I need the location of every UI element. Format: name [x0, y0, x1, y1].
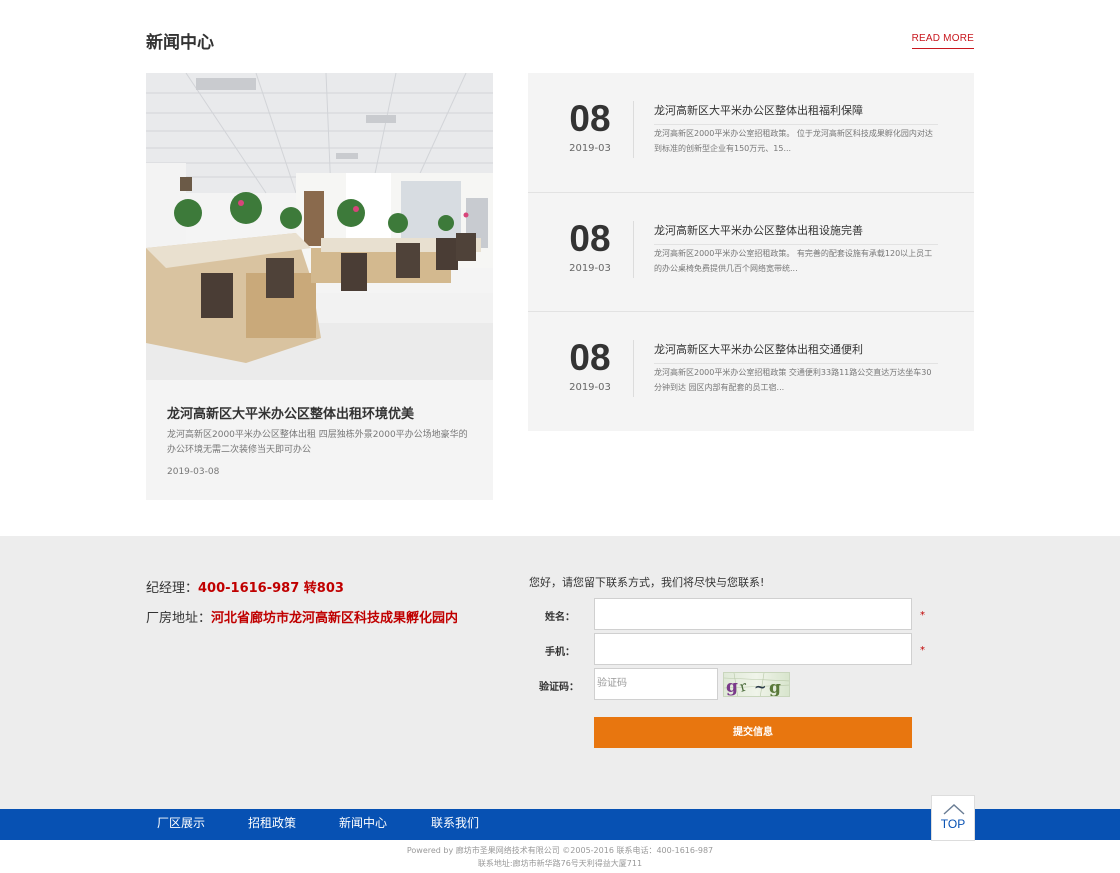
address-value: 河北省廊坊市龙河高新区科技成果孵化园内	[211, 611, 459, 626]
nav-item-contact[interactable]: 联系我们	[431, 809, 479, 838]
news-item-desc: 龙河高新区2000平米办公室招租政策。 位于龙河高新区科技成果孵化园内对达到标准…	[654, 129, 933, 153]
featured-news-title[interactable]: 龙河高新区大平米办公区整体出租环境优美	[167, 403, 414, 422]
required-mark: *	[920, 610, 925, 621]
news-item-title[interactable]: 龙河高新区大平米办公区整体出租福利保障	[654, 102, 938, 125]
news-year-month: 2019-03	[569, 143, 611, 154]
name-input[interactable]	[594, 598, 912, 630]
contact-section: 纪经理：400-1616-987 转803 厂房地址：河北省廊坊市龙河高新区科技…	[0, 536, 1120, 809]
manager-label: 纪经理：	[146, 581, 199, 596]
news-divider	[633, 101, 634, 158]
news-item[interactable]: 08 2019-03 龙河高新区大平米办公区整体出租福利保障 龙河高新区2000…	[528, 73, 974, 193]
nav-item-factory[interactable]: 厂区展示	[157, 809, 205, 838]
news-header: 新闻中心 READ MORE	[146, 28, 974, 53]
news-day: 08	[569, 98, 611, 139]
read-more-link[interactable]: READ MORE	[911, 33, 974, 49]
section-title: 新闻中心	[146, 33, 214, 53]
top-label: TOP	[940, 817, 966, 831]
news-item-desc: 龙河高新区2000平米办公室招租政策 交通便利33路11路公交直达万达坐车30分…	[654, 368, 932, 392]
office-photo[interactable]	[146, 73, 493, 380]
news-list: 08 2019-03 龙河高新区大平米办公区整体出租福利保障 龙河高新区2000…	[528, 73, 974, 431]
svg-text:g: g	[726, 677, 738, 697]
news-item[interactable]: 08 2019-03 龙河高新区大平米办公区整体出租设施完善 龙河高新区2000…	[528, 192, 974, 312]
news-day: 08	[569, 218, 611, 259]
nav-item-news[interactable]: 新闻中心	[339, 809, 387, 838]
manager-phone-number: 400-1616-987 转803	[198, 581, 344, 596]
chevron-up-icon	[943, 804, 965, 815]
phone-label: 手机：	[545, 647, 575, 658]
form-intro: 您好，请您留下联系方式，我们将尽快与您联系!	[529, 576, 765, 589]
manager-phone: 纪经理：400-1616-987 转803	[146, 577, 344, 596]
news-section: 新闻中心 READ MORE 龙河高新区大平米办公区整体出租环境优美 龙河高新区…	[146, 0, 974, 536]
news-divider	[633, 221, 634, 278]
submit-button[interactable]: 提交信息	[594, 717, 912, 748]
nav-item-leasing[interactable]: 招租政策	[248, 809, 296, 838]
svg-text:~: ~	[754, 678, 767, 696]
copyright-line: Powered by 廊坊市圣果网络技术有限公司 ©2005-2016 联系电话…	[406, 846, 714, 855]
copyright-address: 联系地址:廊坊市新华路76号天利得益大厦711	[477, 859, 643, 868]
phone-input[interactable]	[594, 633, 912, 665]
news-divider	[633, 340, 634, 397]
featured-news-card[interactable]: 龙河高新区大平米办公区整体出租环境优美 龙河高新区2000平米办公区整体出租 四…	[146, 73, 493, 500]
captcha-image[interactable]: g r ~ g	[723, 672, 790, 697]
factory-address: 厂房地址：河北省廊坊市龙河高新区科技成果孵化园内	[146, 607, 458, 626]
news-item-title[interactable]: 龙河高新区大平米办公区整体出租设施完善	[654, 222, 938, 245]
svg-text:g: g	[769, 678, 781, 697]
featured-news-date: 2019-03-08	[167, 467, 220, 477]
news-item-desc: 龙河高新区2000平米办公室招租政策。 有完善的配套设施有承载120以上员工的办…	[654, 249, 933, 273]
captcha-input[interactable]: 验证码	[594, 668, 718, 700]
name-label: 姓名：	[545, 612, 575, 623]
captcha-label: 验证码：	[539, 682, 579, 693]
back-to-top-button[interactable]: TOP	[931, 795, 975, 841]
required-mark: *	[920, 645, 925, 656]
featured-news-desc: 龙河高新区2000平米办公区整体出租 四层独栋外景2000平办公场地豪华的办公环…	[167, 430, 468, 455]
news-year-month: 2019-03	[569, 263, 611, 274]
news-year-month: 2019-03	[569, 382, 611, 393]
news-item-title[interactable]: 龙河高新区大平米办公区整体出租交通便利	[654, 341, 938, 364]
news-day: 08	[569, 337, 611, 378]
copyright: Powered by 廊坊市圣果网络技术有限公司 ©2005-2016 联系电话…	[0, 844, 1120, 870]
address-label: 厂房地址：	[146, 611, 212, 626]
news-item[interactable]: 08 2019-03 龙河高新区大平米办公区整体出租交通便利 龙河高新区2000…	[528, 311, 974, 431]
